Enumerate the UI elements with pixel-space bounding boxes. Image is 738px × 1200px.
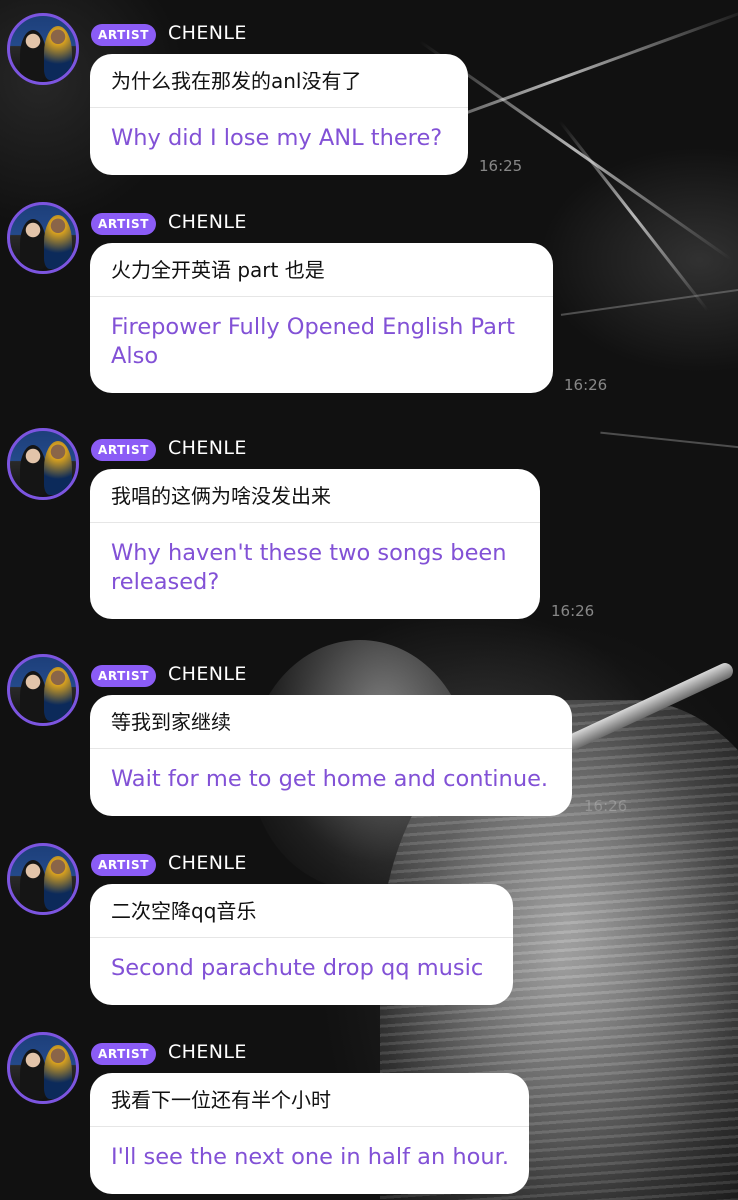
translated-text: I'll see the next one in half an hour. — [111, 1144, 509, 1170]
chat-message: ARTIST CHENLE 二次空降qq音乐 Second parachute … — [0, 840, 738, 1010]
message-bubble[interactable]: 我唱的这俩为啥没发出来 Why haven't these two songs … — [90, 469, 540, 619]
avatar[interactable] — [7, 428, 79, 500]
avatar[interactable] — [7, 654, 79, 726]
chat-message: ARTIST CHENLE 为什么我在那发的anl没有了 Why did I l… — [0, 10, 738, 180]
message-time: 16:25 — [479, 157, 523, 175]
avatar[interactable] — [7, 13, 79, 85]
original-text: 为什么我在那发的anl没有了 — [111, 69, 362, 93]
original-text: 我看下一位还有半个小时 — [111, 1088, 331, 1112]
artist-badge: ARTIST — [91, 665, 156, 687]
chat-message: ARTIST CHENLE 等我到家继续 Wait for me to get … — [0, 651, 738, 821]
sender-name: CHENLE — [168, 852, 247, 874]
message-bubble[interactable]: 火力全开英语 part 也是 Firepower Fully Opened En… — [90, 243, 553, 393]
avatar[interactable] — [7, 843, 79, 915]
message-bubble[interactable]: 二次空降qq音乐 Second parachute drop qq music — [90, 884, 513, 1005]
chat-message: ARTIST CHENLE 我看下一位还有半个小时 I'll see the n… — [0, 1029, 738, 1200]
avatar[interactable] — [7, 202, 79, 274]
sender-name: CHENLE — [168, 22, 247, 44]
artist-badge: ARTIST — [91, 854, 156, 876]
translated-text: Second parachute drop qq music — [111, 955, 484, 981]
message-time: 16:26 — [564, 376, 608, 394]
sender-name: CHENLE — [168, 211, 247, 233]
translated-text: Wait for me to get home and continue. — [111, 766, 549, 792]
artist-badge: ARTIST — [91, 1043, 156, 1065]
message-time: 16:26 — [584, 797, 628, 815]
artist-badge: ARTIST — [91, 24, 156, 46]
artist-badge: ARTIST — [91, 213, 156, 235]
chat-message: ARTIST CHENLE 我唱的这俩为啥没发出来 Why haven't th… — [0, 425, 738, 625]
chat-message: ARTIST CHENLE 火力全开英语 part 也是 Firepower F… — [0, 199, 738, 399]
message-time: 16:26 — [551, 602, 595, 620]
avatar[interactable] — [7, 1032, 79, 1104]
original-text: 火力全开英语 part 也是 — [111, 258, 325, 282]
message-bubble[interactable]: 等我到家继续 Wait for me to get home and conti… — [90, 695, 572, 816]
message-bubble[interactable]: 我看下一位还有半个小时 I'll see the next one in hal… — [90, 1073, 529, 1194]
sender-name: CHENLE — [168, 663, 247, 685]
sender-name: CHENLE — [168, 1041, 247, 1063]
original-text: 二次空降qq音乐 — [111, 899, 257, 923]
translated-text: Firepower Fully Opened English Part Also — [111, 314, 515, 369]
message-bubble[interactable]: 为什么我在那发的anl没有了 Why did I lose my ANL the… — [90, 54, 468, 175]
translated-text: Why haven't these two songs been release… — [111, 540, 507, 595]
artist-badge: ARTIST — [91, 439, 156, 461]
original-text: 我唱的这俩为啥没发出来 — [111, 484, 331, 508]
sender-name: CHENLE — [168, 437, 247, 459]
original-text: 等我到家继续 — [111, 710, 231, 734]
translated-text: Why did I lose my ANL there? — [111, 125, 443, 151]
